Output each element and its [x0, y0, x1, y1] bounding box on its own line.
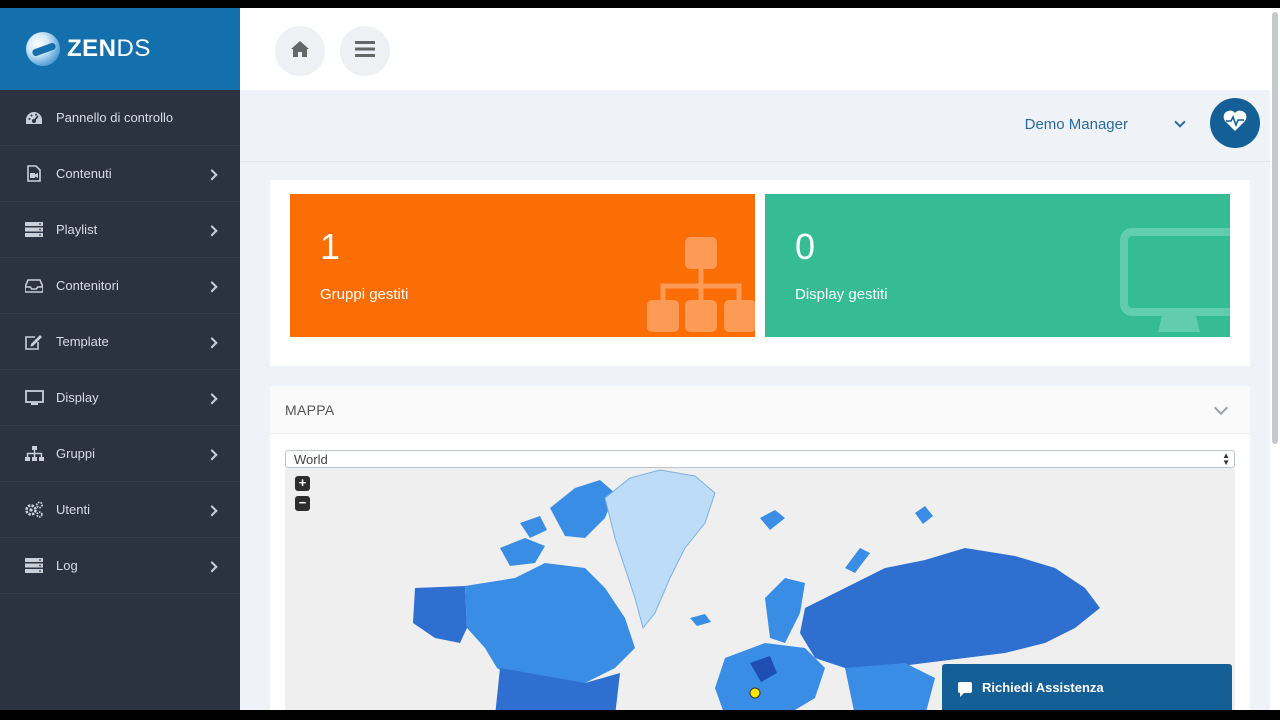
stats-panel: 1 Gruppi gestiti 0 Display gestiti: [270, 180, 1250, 366]
chevron-right-icon: [206, 336, 218, 348]
zoom-in-button[interactable]: +: [295, 476, 310, 491]
scrollbar-thumb[interactable]: [1272, 12, 1278, 444]
stat-number: 0: [795, 226, 816, 267]
chevron-down-icon[interactable]: [1174, 116, 1186, 128]
sidebar-item-label: Template: [56, 334, 109, 349]
chevron-down-icon[interactable]: [1213, 400, 1229, 416]
sidebar-item-display[interactable]: Display: [0, 370, 240, 426]
avatar[interactable]: [1210, 98, 1260, 148]
region-select[interactable]: World ▲ ▼: [285, 450, 1235, 468]
assistance-button[interactable]: Richiedi Assistenza: [942, 664, 1232, 710]
brand-logo[interactable]: ZENDS: [0, 8, 240, 90]
sidebar-item-label: Contenuti: [56, 166, 112, 181]
sidebar-item-label: Playlist: [56, 222, 98, 237]
stat-card-gruppi[interactable]: 1 Gruppi gestiti: [290, 194, 755, 337]
cogs-icon: [24, 500, 44, 520]
sidebar-item-label: Utenti: [56, 502, 90, 517]
file-video-icon: [24, 164, 44, 184]
select-arrows-icon: ▲ ▼: [1222, 451, 1230, 467]
chevron-right-icon: [206, 168, 218, 180]
brand-name: ZENDS: [67, 35, 151, 62]
chevron-right-icon: [206, 392, 218, 404]
sidebar: ZENDS Pannello di controllo Contenuti Pl…: [0, 8, 240, 710]
sidebar-item-log[interactable]: Log: [0, 538, 240, 594]
stat-label: Gruppi gestiti: [320, 286, 409, 303]
region-select-value: World: [294, 451, 328, 467]
sidebar-item-label: Contenitori: [56, 278, 119, 293]
sidebar-item-playlist[interactable]: Playlist: [0, 202, 240, 258]
sidebar-item-pannello[interactable]: Pannello di controllo: [0, 90, 240, 146]
stat-card-display[interactable]: 0 Display gestiti: [765, 194, 1230, 337]
chevron-right-icon: [206, 448, 218, 460]
sidebar-item-gruppi[interactable]: Gruppi: [0, 426, 240, 482]
map-panel-title: MAPPA: [285, 401, 335, 418]
stat-label: Display gestiti: [795, 286, 888, 303]
edit-icon: [24, 332, 44, 352]
map-panel: MAPPA World ▲ ▼ + −: [270, 386, 1250, 710]
chevron-right-icon: [206, 560, 218, 572]
monitor-icon: [24, 388, 44, 408]
sidebar-item-contenuti[interactable]: Contenuti: [0, 146, 240, 202]
hamburger-icon: [355, 40, 375, 62]
zends-logo-icon: [26, 32, 60, 66]
page-scrollbar[interactable]: [1270, 8, 1280, 710]
sidebar-item-label: Display: [56, 390, 99, 405]
assistance-label: Richiedi Assistenza: [982, 679, 1104, 695]
server-list-icon: [24, 556, 44, 576]
sidebar-item-utenti[interactable]: Utenti: [0, 482, 240, 538]
chat-icon: [958, 681, 972, 697]
inbox-icon: [24, 276, 44, 296]
chevron-right-icon: [206, 280, 218, 292]
user-bar: Demo Manager: [240, 90, 1270, 162]
sidebar-item-label: Log: [56, 558, 78, 573]
home-icon: [290, 40, 310, 63]
map-panel-header: MAPPA: [270, 386, 1250, 434]
stat-number: 1: [320, 226, 341, 267]
sitemap-icon: [24, 444, 44, 464]
sidebar-item-label: Pannello di controllo: [56, 110, 174, 125]
zoom-out-button[interactable]: −: [295, 496, 310, 511]
dashboard-icon: [24, 108, 44, 128]
app-window: ZENDS Pannello di controllo Contenuti Pl…: [0, 8, 1280, 710]
server-list-icon: [24, 220, 44, 240]
sidebar-item-contenitori[interactable]: Contenitori: [0, 258, 240, 314]
heartbeat-icon: [1222, 109, 1248, 138]
chevron-right-icon: [206, 504, 218, 516]
sidebar-item-template[interactable]: Template: [0, 314, 240, 370]
sidebar-item-label: Gruppi: [56, 446, 96, 461]
home-button[interactable]: [275, 26, 325, 76]
sitemap-icon: [645, 232, 755, 337]
chevron-right-icon: [206, 224, 218, 236]
top-bar: [240, 8, 1270, 90]
user-name[interactable]: Demo Manager: [1025, 116, 1128, 133]
monitor-icon: [1120, 228, 1230, 337]
menu-toggle-button[interactable]: [340, 26, 390, 76]
